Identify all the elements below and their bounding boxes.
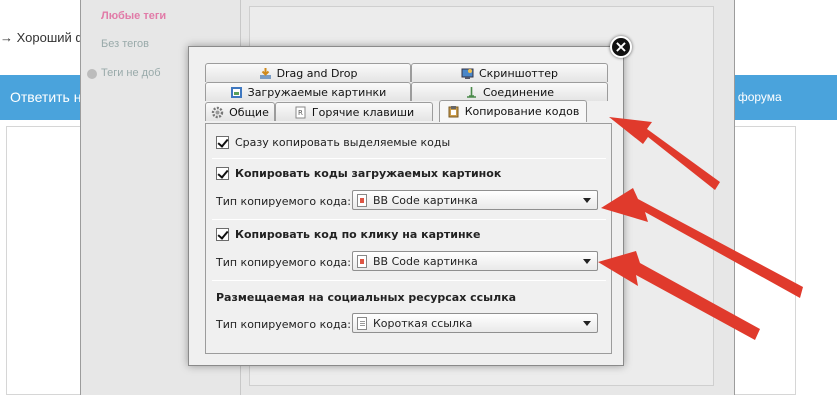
info-icon	[87, 69, 97, 79]
code-type-label: Тип копируемого кода:	[216, 256, 351, 269]
sidebar-no-tags[interactable]: Без тегов	[101, 38, 149, 50]
reply-button[interactable]: Ответить н	[10, 89, 81, 105]
tab-label: Копирование кодов	[464, 105, 580, 118]
connection-icon	[466, 86, 476, 98]
gear-icon	[211, 106, 224, 118]
copy-selected-checkbox[interactable]	[216, 136, 229, 149]
copy-on-click-label: Копировать код по клику на картинке	[235, 228, 481, 241]
tab-label: Соединение	[482, 85, 554, 99]
forum-link[interactable]: я форума	[728, 90, 782, 104]
settings-dialog: Drag and Drop Скриншоттер Загружаемые ка…	[188, 46, 624, 366]
copy-uploaded-label: Копировать коды загружаемых картинок	[235, 167, 502, 180]
social-code-type-select[interactable]: Короткая ссылка	[352, 313, 598, 333]
tab-label: Горячие клавиши	[311, 105, 415, 119]
divider	[212, 219, 606, 220]
images-icon	[230, 86, 242, 98]
tab-copy-codes[interactable]: Копирование кодов	[439, 100, 587, 122]
divider	[212, 280, 606, 281]
tab-label: Скриншоттер	[478, 66, 558, 80]
code-type-label: Тип копируемого кода:	[216, 318, 351, 331]
copy-on-click-option[interactable]: Копировать код по клику на картинке	[216, 228, 480, 241]
breadcrumb[interactable]: → Хороший ф	[0, 30, 86, 45]
copy-uploaded-checkbox[interactable]	[216, 167, 229, 180]
svg-text:R: R	[298, 109, 303, 117]
copy-on-click-checkbox[interactable]	[216, 228, 229, 241]
select-value: Короткая ссылка	[373, 316, 473, 330]
uploaded-code-type-select[interactable]: BB Code картинка	[352, 190, 598, 210]
chevron-down-icon	[583, 321, 591, 326]
chevron-down-icon	[583, 259, 591, 264]
divider	[212, 158, 606, 159]
code-type-label: Тип копируемого кода:	[216, 195, 351, 208]
bbcode-icon	[357, 254, 367, 268]
bbcode-icon	[357, 193, 367, 207]
chevron-down-icon	[583, 198, 591, 203]
sidebar-unavailable-tags[interactable]: Теги не доб	[101, 67, 161, 79]
tab-screenshoter[interactable]: Скриншоттер	[411, 63, 608, 82]
copy-uploaded-option[interactable]: Копировать коды загружаемых картинок	[216, 167, 501, 180]
select-value: BB Code картинка	[373, 254, 478, 268]
select-value: BB Code картинка	[373, 193, 478, 207]
keyboard-icon: R	[295, 106, 306, 118]
clipboard-icon	[448, 106, 459, 118]
tab-drag-and-drop[interactable]: Drag and Drop	[205, 63, 411, 82]
click-code-type-select[interactable]: BB Code картинка	[352, 251, 598, 271]
copy-selected-option[interactable]: Сразу копировать выделяемые коды	[216, 136, 450, 149]
copy-selected-label: Сразу копировать выделяемые коды	[235, 136, 451, 149]
tab-uploaded-images[interactable]: Загружаемые картинки	[205, 82, 411, 101]
tab-label: Общие	[229, 105, 269, 119]
tab-label: Загружаемые картинки	[247, 85, 387, 99]
screenshot-icon	[461, 68, 474, 79]
tab-general[interactable]: Общие	[205, 102, 275, 121]
copy-codes-panel: Сразу копировать выделяемые коды Копиров…	[205, 123, 612, 354]
sidebar-favorite-tags[interactable]: Любые теги	[101, 10, 166, 22]
link-icon	[357, 316, 367, 330]
tab-connection[interactable]: Соединение	[411, 82, 608, 101]
tab-hotkeys[interactable]: R Горячие клавиши	[275, 102, 433, 121]
social-link-title: Размещаемая на социальных ресурсах ссылк…	[216, 291, 517, 304]
close-button[interactable]: ×	[610, 36, 632, 58]
tab-label: Drag and Drop	[276, 66, 358, 80]
drag-drop-icon	[259, 67, 271, 79]
